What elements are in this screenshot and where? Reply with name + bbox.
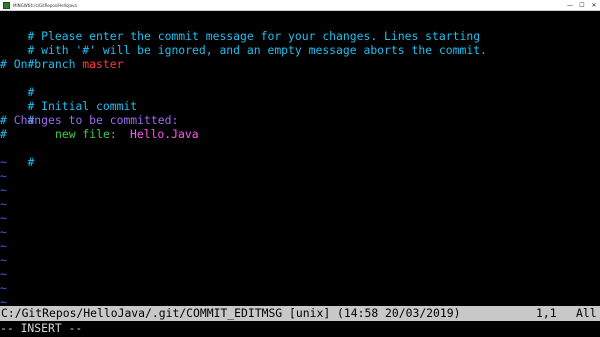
comment-line: # Please enter the commit message for yo… bbox=[0, 15, 480, 43]
comment-line: # with '#' will be ignored, and an empty… bbox=[0, 29, 486, 57]
tilde-marker: ~ bbox=[0, 295, 7, 306]
maximize-icon[interactable]: ☐ bbox=[576, 0, 588, 10]
comment-hash: # bbox=[0, 113, 14, 127]
vim-editor-buffer[interactable]: # Please enter the commit message for yo… bbox=[0, 11, 600, 306]
comment-text: # Initial commit bbox=[27, 99, 138, 113]
tilde-marker: ~ bbox=[0, 239, 7, 253]
tilde-marker: ~ bbox=[0, 197, 7, 211]
minimize-icon[interactable]: — bbox=[564, 0, 576, 10]
tilde-marker: ~ bbox=[0, 253, 7, 267]
window-title: MINGW64:/c/GitRepos/HelloJava bbox=[13, 2, 77, 8]
new-file-line: # new file: Hello.Java bbox=[0, 127, 199, 141]
changes-header: Changes to be committed: bbox=[13, 113, 179, 127]
new-file-label: new file: bbox=[55, 127, 117, 141]
branch-name: master bbox=[82, 57, 124, 71]
tilde-marker: ~ bbox=[0, 281, 7, 295]
status-cursor-position: 1,1 bbox=[536, 306, 557, 320]
tilde-marker: ~ bbox=[0, 267, 7, 281]
changes-header-line: # Changes to be committed: bbox=[0, 113, 178, 127]
tilde-marker: ~ bbox=[0, 155, 7, 169]
status-file-info: C:/GitRepos/HelloJava/.git/COMMIT_EDITMS… bbox=[1, 306, 461, 320]
tilde-marker: ~ bbox=[0, 211, 7, 225]
comment-line: # bbox=[0, 141, 34, 169]
comment-text: # On branch bbox=[0, 57, 83, 71]
tilde-marker: ~ bbox=[0, 183, 7, 197]
new-file-name: Hello.Java bbox=[130, 127, 199, 141]
close-icon[interactable]: ✕ bbox=[588, 0, 600, 10]
comment-line: # bbox=[0, 71, 34, 99]
branch-line: # On branch master bbox=[0, 57, 123, 71]
mode-indicator: -- INSERT -- bbox=[0, 321, 83, 335]
mingw-app-icon bbox=[3, 1, 10, 9]
comment-line: # bbox=[0, 99, 34, 127]
tilde-marker: ~ bbox=[0, 225, 7, 239]
comment-text: # bbox=[27, 155, 35, 169]
status-line: C:/GitRepos/HelloJava/.git/COMMIT_EDITMS… bbox=[0, 306, 600, 321]
comment-line: # Initial commit bbox=[0, 85, 137, 113]
comment-line: # bbox=[0, 43, 34, 71]
comment-text: # with '#' will be ignored, and an empty… bbox=[27, 43, 487, 57]
status-scroll-position: All bbox=[576, 306, 597, 320]
comment-hash: # bbox=[0, 127, 7, 141]
window-titlebar: MINGW64:/c/GitRepos/HelloJava — ☐ ✕ bbox=[0, 0, 600, 11]
tilde-marker: ~ bbox=[0, 169, 7, 183]
